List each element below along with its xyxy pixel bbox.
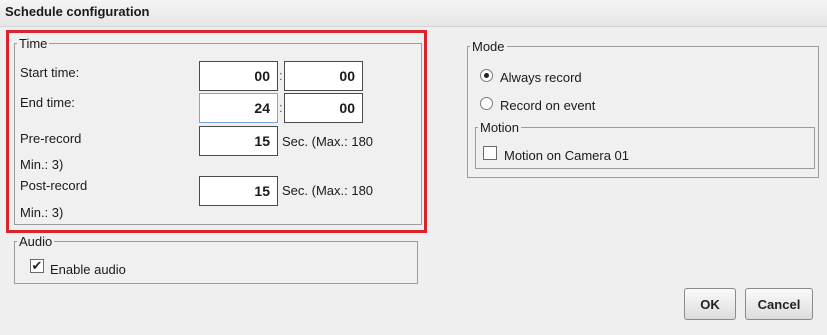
end-hour-input[interactable]: 24 [199, 93, 278, 123]
prerecord-hint: Sec. (Max.: 180 [282, 134, 374, 149]
checkmark-icon: ✔ [31, 258, 43, 273]
prerecord-input[interactable]: 15 [199, 126, 278, 156]
postrecord-input[interactable]: 15 [199, 176, 278, 206]
end-time-label: End time: [20, 95, 75, 110]
time-legend: Time [19, 36, 48, 51]
motion-camera-checkbox[interactable] [483, 146, 497, 160]
always-record-radio[interactable] [480, 69, 493, 82]
dialog-title: Schedule configuration [5, 4, 150, 19]
dialog-titlebar: Schedule configuration [0, 0, 827, 27]
record-on-event-radio[interactable] [480, 97, 493, 110]
prerecord-hint-min: Min.: 3) [20, 157, 64, 172]
cancel-button[interactable]: Cancel [745, 288, 813, 320]
end-time-separator: : [279, 100, 283, 115]
enable-audio-label[interactable]: Enable audio [50, 262, 126, 277]
postrecord-hint-min: Min.: 3) [20, 205, 64, 220]
motion-camera-label[interactable]: Motion on Camera 01 [504, 148, 629, 163]
postrecord-hint: Sec. (Max.: 180 [282, 183, 374, 198]
start-time-separator: : [279, 68, 283, 83]
record-on-event-label[interactable]: Record on event [500, 98, 595, 113]
mode-legend: Mode [472, 39, 505, 54]
start-minute-input[interactable]: 00 [284, 61, 363, 91]
always-record-label[interactable]: Always record [500, 70, 582, 85]
postrecord-label: Post-record [20, 178, 88, 193]
ok-button[interactable]: OK [684, 288, 736, 320]
enable-audio-checkbox[interactable]: ✔ [30, 259, 44, 273]
end-minute-input[interactable]: 00 [284, 93, 363, 123]
audio-legend: Audio [19, 234, 53, 249]
start-hour-input[interactable]: 00 [199, 61, 278, 91]
prerecord-label: Pre-record [20, 131, 82, 146]
start-time-label: Start time: [20, 65, 80, 80]
motion-legend: Motion [480, 120, 520, 135]
